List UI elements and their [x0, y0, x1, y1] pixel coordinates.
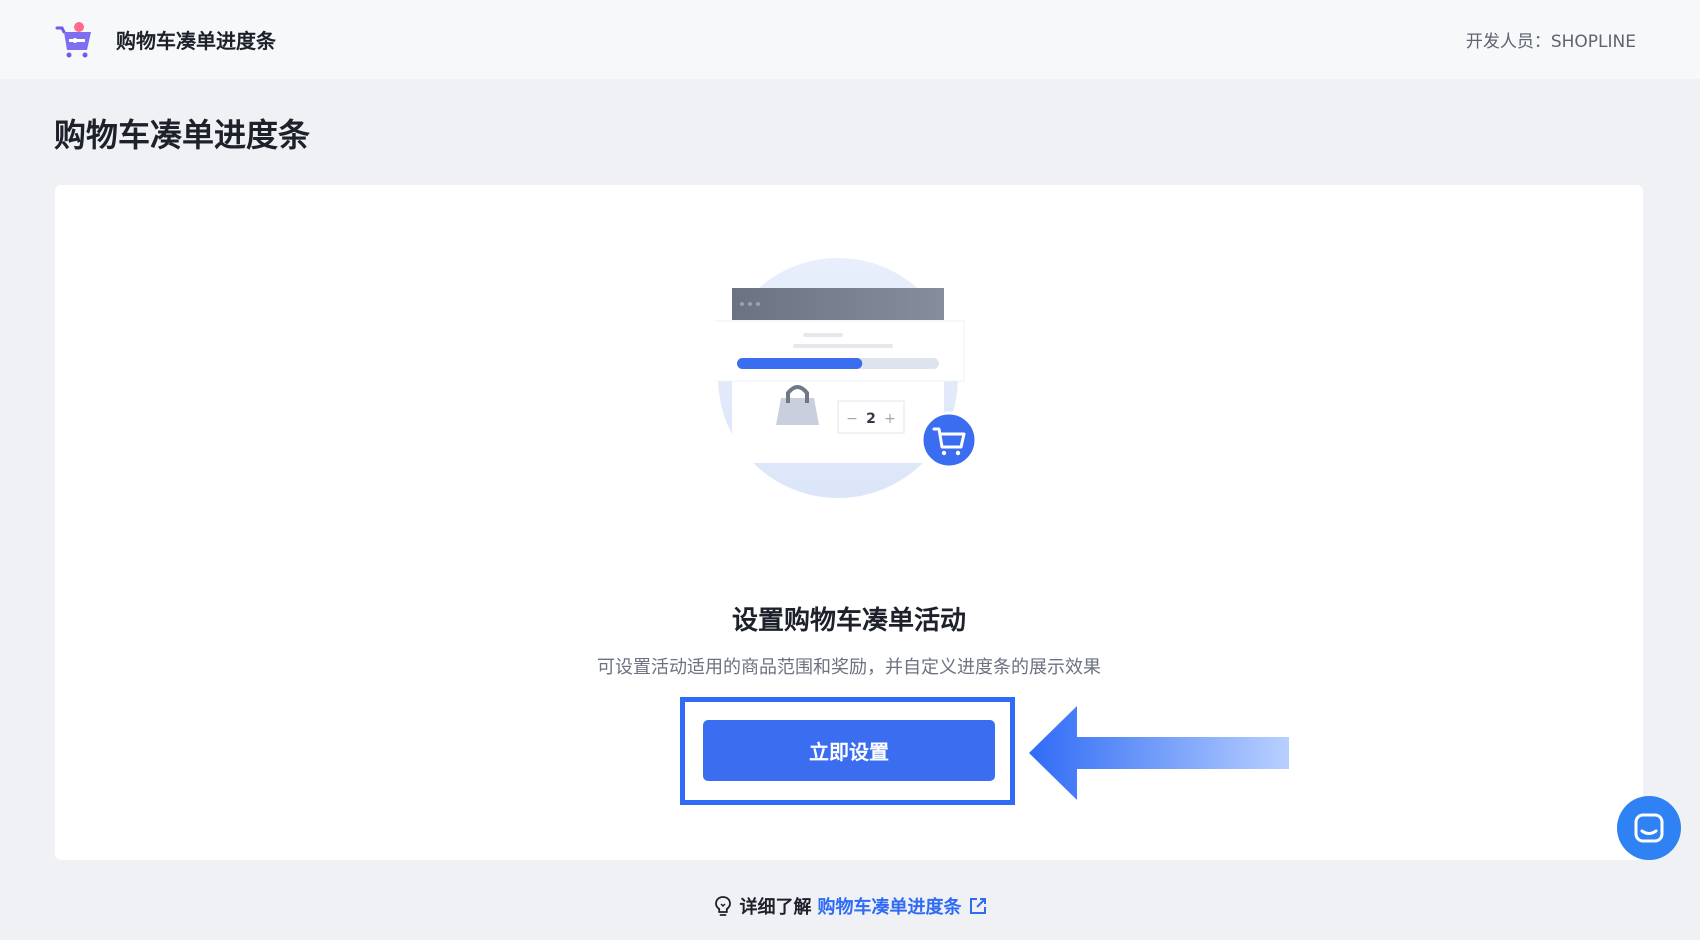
learn-more-link[interactable]: 购物车凑单进度条	[818, 893, 962, 919]
illustration-progress-fill	[737, 358, 863, 369]
pointer-arrow	[1029, 706, 1289, 800]
learn-more: 详细了解 购物车凑单进度条	[0, 893, 1700, 919]
top-bar: 购物车凑单进度条 开发人员：SHOPLINE	[0, 0, 1700, 79]
add-to-cart-icon	[920, 411, 978, 469]
illustration-minus: −	[846, 411, 858, 427]
external-link-icon[interactable]	[968, 896, 988, 916]
empty-state-illustration: − 2 +	[715, 258, 978, 498]
setup-now-button[interactable]: 立即设置	[703, 720, 995, 781]
empty-state-card: − 2 + 设置购物车凑单活动 可设置活动适用的商品范围和奖励，并自定义进度条的…	[55, 185, 1643, 860]
developer-label: 开发人员：SHOPLINE	[1465, 32, 1636, 52]
empty-state-title: 设置购物车凑单活动	[731, 606, 966, 636]
page-title: 购物车凑单进度条	[54, 116, 311, 154]
chat-icon	[1634, 813, 1664, 843]
shopping-cart-icon	[55, 21, 91, 57]
learn-more-prefix: 详细了解	[739, 897, 812, 918]
lightbulb-icon	[714, 896, 731, 916]
illustration-quantity: 2	[866, 411, 876, 427]
chat-launcher-button[interactable]	[1617, 796, 1681, 860]
app-name: 购物车凑单进度条	[116, 29, 276, 53]
empty-state-description: 可设置活动适用的商品范围和奖励，并自定义进度条的展示效果	[597, 657, 1101, 678]
illustration-plus: +	[884, 411, 896, 427]
